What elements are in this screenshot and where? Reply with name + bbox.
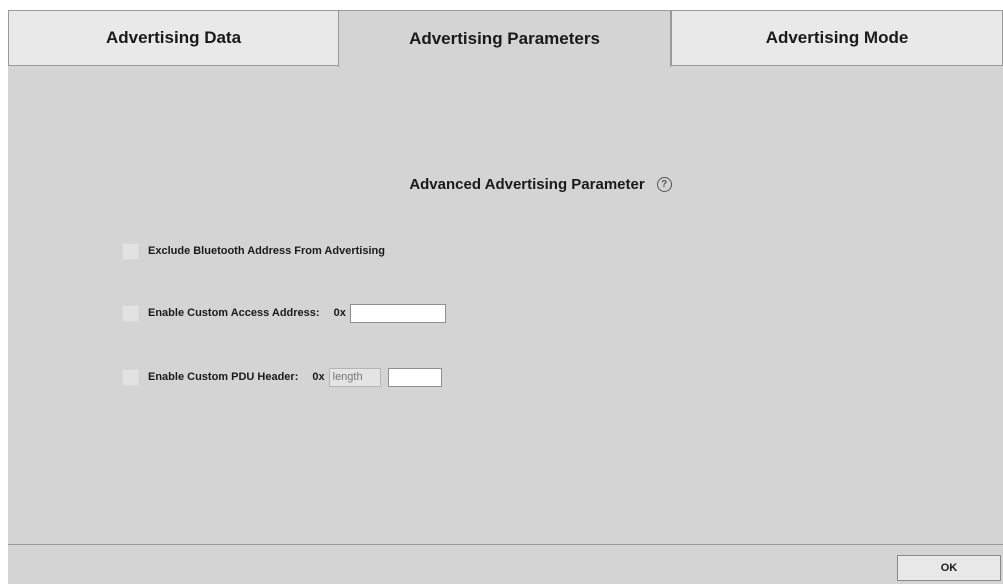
advertising-dialog: Advertising Data Advertising Parameters …	[8, 10, 1003, 584]
section-title: Advanced Advertising Parameter	[409, 175, 645, 193]
custom-pdu-header-label: Enable Custom PDU Header:	[148, 371, 299, 383]
custom-pdu-header-checkbox[interactable]	[122, 368, 139, 386]
exclude-address-label: Exclude Bluetooth Address From Advertisi…	[148, 245, 385, 257]
hex-prefix: 0x	[312, 371, 325, 383]
hex-prefix: 0x	[333, 307, 346, 319]
footer-divider	[8, 544, 1003, 545]
section-header: Advanced Advertising Parameter ?	[8, 172, 1003, 196]
tab-bar: Advertising Data Advertising Parameters …	[8, 10, 1003, 67]
ok-button[interactable]: OK	[897, 555, 1001, 581]
tab-advertising-data[interactable]: Advertising Data	[8, 10, 338, 66]
pdu-length-input[interactable]	[328, 367, 381, 387]
custom-access-address-checkbox[interactable]	[122, 304, 139, 322]
custom-access-address-label: Enable Custom Access Address:	[148, 307, 320, 319]
tab-advertising-parameters[interactable]: Advertising Parameters	[338, 10, 671, 67]
help-icon[interactable]: ?	[656, 176, 672, 192]
exclude-address-row: Exclude Bluetooth Address From Advertisi…	[122, 240, 385, 262]
exclude-address-checkbox[interactable]	[122, 242, 139, 260]
access-address-input[interactable]	[349, 303, 446, 323]
tab-advertising-mode[interactable]: Advertising Mode	[671, 10, 1003, 66]
pdu-header-input[interactable]	[387, 367, 442, 387]
custom-access-address-row: Enable Custom Access Address: 0x	[122, 302, 446, 324]
custom-pdu-header-row: Enable Custom PDU Header: 0x	[122, 366, 442, 388]
